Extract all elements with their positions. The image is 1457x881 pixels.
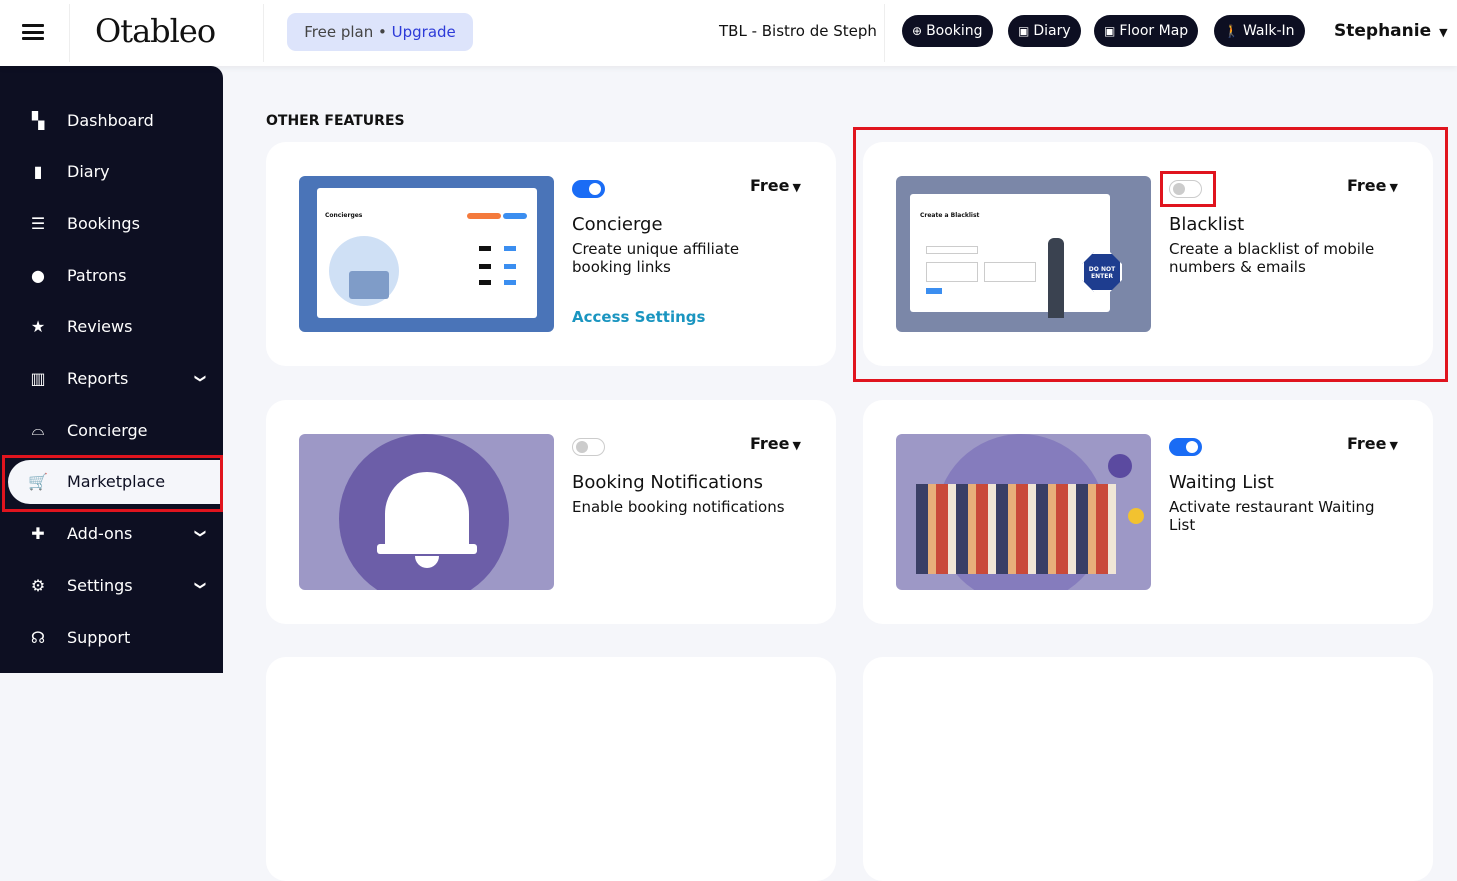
card-partial xyxy=(266,657,836,881)
sidebar-item-diary[interactable]: ▮ Diary xyxy=(0,150,223,194)
card-partial xyxy=(863,657,1433,881)
sidebar-item-label: Reports xyxy=(67,369,129,388)
booking-notifications-toggle[interactable] xyxy=(572,438,605,456)
highlight-box xyxy=(1160,171,1216,207)
sidebar-item-label: Dashboard xyxy=(67,110,154,130)
card-title: Waiting List xyxy=(1169,472,1274,493)
plan-label: Free plan • xyxy=(304,23,387,41)
sidebar-item-label: Patrons xyxy=(67,265,127,285)
sidebar-item-label: Reviews xyxy=(67,317,133,337)
list-icon: ☰ xyxy=(30,213,46,233)
user-menu[interactable]: Stephanie ▼ xyxy=(1334,21,1448,41)
button-label: Diary xyxy=(1033,23,1071,39)
plan-badge: Free plan • Upgrade xyxy=(287,13,473,51)
caret-down-icon: ▼ xyxy=(1439,26,1448,39)
booking-button[interactable]: ⊕ Booking xyxy=(902,15,993,47)
plus-circle-icon: ⊕ xyxy=(912,24,923,38)
highlight-box xyxy=(853,127,1448,382)
venue-name: TBL - Bistro de Steph xyxy=(719,22,877,40)
sidebar-item-dashboard[interactable]: ▚ Dashboard xyxy=(0,98,223,142)
sidebar-item-settings[interactable]: ⚙ Settings ❯ xyxy=(0,563,223,607)
divider xyxy=(263,4,264,62)
bell-service-icon: ⌓ xyxy=(31,420,45,440)
gear-icon: ⚙ xyxy=(30,575,46,595)
sidebar-item-reports[interactable]: ▥ Reports ❯ xyxy=(0,357,223,401)
diary-button[interactable]: ▣ Diary xyxy=(1008,15,1081,47)
puzzle-icon: ✚ xyxy=(31,524,45,544)
upgrade-link[interactable]: Upgrade xyxy=(392,23,456,41)
card-waiting-list: Free ▼ Waiting List Activate restaurant W… xyxy=(863,400,1433,624)
concierge-toggle[interactable] xyxy=(572,180,605,198)
section-title: OTHER FEATURES xyxy=(266,113,405,129)
caret-down-icon: ▼ xyxy=(792,181,801,194)
chevron-down-icon[interactable]: ❯ xyxy=(194,374,207,383)
card-concierge: Concierges Free ▼ Concierge Create unique… xyxy=(266,142,836,366)
sidebar-item-reviews[interactable]: ★ Reviews xyxy=(0,305,223,349)
chart-icon: ▥ xyxy=(30,369,46,388)
sidebar-item-label: Support xyxy=(67,627,131,647)
sidebar-item-support[interactable]: ☊ Support xyxy=(0,615,223,659)
walk-in-button[interactable]: 🚶 Walk-In xyxy=(1214,15,1305,47)
concierge-illustration: Concierges xyxy=(299,176,554,332)
card-description: Enable booking notifications xyxy=(572,498,785,516)
button-label: Walk-In xyxy=(1242,23,1295,39)
caret-down-icon: ▼ xyxy=(1389,439,1398,452)
sidebar-item-patrons[interactable]: ● Patrons xyxy=(0,253,223,297)
sidebar-item-bookings[interactable]: ☰ Bookings xyxy=(0,201,223,245)
sidebar-item-add-ons[interactable]: ✚ Add-ons ❯ xyxy=(0,512,223,556)
queue-illustration xyxy=(896,434,1151,590)
price-dropdown[interactable]: Free ▼ xyxy=(750,434,801,453)
calendar-icon: ▣ xyxy=(1018,24,1030,38)
sidebar-item-concierge[interactable]: ⌓ Concierge xyxy=(0,408,223,452)
user-icon: ● xyxy=(31,265,45,285)
button-label: Floor Map xyxy=(1119,23,1189,39)
waiting-list-toggle[interactable] xyxy=(1169,438,1202,456)
floor-map-button[interactable]: ▣ Floor Map xyxy=(1094,15,1199,47)
price-label: Free xyxy=(750,434,790,453)
price-dropdown[interactable]: Free ▼ xyxy=(1347,434,1398,453)
price-label: Free xyxy=(1347,434,1387,453)
menu-icon[interactable] xyxy=(22,24,44,40)
card-description: Activate restaurant Waiting List xyxy=(1169,498,1375,534)
calendar-icon: ▣ xyxy=(1104,24,1116,38)
card-booking-notifications: Free ▼ Booking Notifications Enable booki… xyxy=(266,400,836,624)
button-label: Booking xyxy=(926,23,983,39)
price-dropdown[interactable]: Free ▼ xyxy=(750,176,801,195)
star-icon: ★ xyxy=(30,317,46,337)
caret-down-icon: ▼ xyxy=(792,439,801,452)
divider xyxy=(884,4,885,62)
logo[interactable]: Otableo xyxy=(95,12,216,50)
sidebar-item-label: Add-ons xyxy=(67,524,133,544)
card-title: Booking Notifications xyxy=(572,472,764,493)
highlight-box xyxy=(2,455,223,512)
walking-icon: 🚶 xyxy=(1224,24,1239,38)
sidebar-item-label: Diary xyxy=(67,162,110,182)
sidebar: ▚ Dashboard ▮ Diary ☰ Bookings ● Patrons ★ Review… xyxy=(0,66,223,673)
sidebar-item-label: Bookings xyxy=(67,213,140,233)
headset-icon: ☊ xyxy=(30,627,46,647)
sidebar-item-label: Concierge xyxy=(67,420,148,440)
book-icon: ▮ xyxy=(33,162,43,182)
dashboard-icon: ▚ xyxy=(31,110,45,130)
divider xyxy=(69,4,70,62)
thumb-title: Concierges xyxy=(325,212,363,219)
user-name: Stephanie xyxy=(1334,21,1432,41)
sidebar-item-label: Settings xyxy=(67,575,133,595)
card-description: Create unique affiliate booking links xyxy=(572,240,740,276)
card-title: Concierge xyxy=(572,214,663,235)
chevron-down-icon[interactable]: ❯ xyxy=(194,581,207,590)
price-label: Free xyxy=(750,176,790,195)
chevron-down-icon[interactable]: ❯ xyxy=(194,529,207,538)
top-header: Otableo Free plan • Upgrade TBL - Bistro… xyxy=(0,0,1457,66)
bell-illustration xyxy=(299,434,554,590)
access-settings-link[interactable]: Access Settings xyxy=(572,308,705,326)
